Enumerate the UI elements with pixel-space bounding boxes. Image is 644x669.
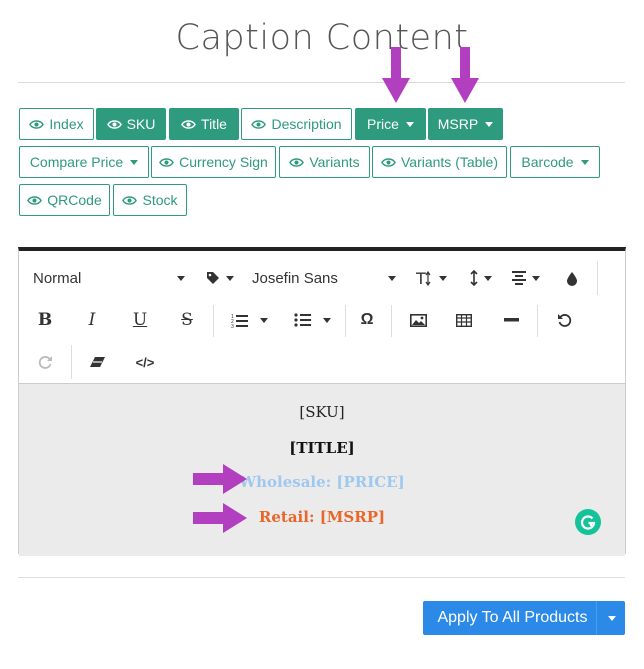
tag-dropdown-barcode[interactable]: Barcode — [510, 146, 600, 178]
apply-options-toggle[interactable] — [597, 615, 625, 621]
caret-down-icon — [531, 275, 540, 281]
toolbar-separator — [213, 305, 214, 337]
caret-down-icon — [130, 159, 139, 165]
underline-button[interactable]: U — [122, 301, 158, 339]
text-size-icon: T — [416, 270, 430, 286]
eraser-icon — [89, 357, 105, 367]
tag-button-title[interactable]: Title — [169, 108, 239, 140]
caption-line-title: [TITLE] — [289, 439, 355, 457]
tag-dropdown-compare-price[interactable]: Compare Price — [19, 146, 149, 178]
caption-line-wholesale: Wholesale: [PRICE] — [239, 473, 405, 491]
annotation-arrow-down-icon — [382, 47, 410, 103]
tag-button-qrcode[interactable]: QRCode — [19, 184, 110, 216]
horizontal-rule-icon — [503, 318, 519, 322]
tag-button-currency-sign[interactable]: Currency Sign — [151, 146, 276, 178]
color-button[interactable] — [555, 259, 589, 297]
toolbar-separator — [71, 345, 72, 379]
caret-down-icon — [483, 275, 492, 281]
table-icon — [456, 313, 472, 327]
caption-line-sku: [SKU] — [299, 403, 345, 421]
code-view-button[interactable]: </> — [127, 343, 163, 381]
image-icon — [409, 313, 427, 327]
tag-button-description[interactable]: Description — [241, 108, 352, 140]
caret-down-icon — [485, 121, 494, 127]
apply-to-all-products-button[interactable]: Apply To All Products — [423, 601, 625, 635]
italic-button[interactable]: I — [74, 301, 110, 339]
bold-button[interactable]: B — [27, 301, 63, 339]
caret-down-icon — [259, 317, 268, 323]
page-title: Caption Content — [175, 18, 469, 58]
caret-down-icon — [177, 275, 185, 281]
svg-text:T: T — [416, 270, 426, 286]
divider-top — [18, 82, 625, 83]
tag-button-sku[interactable]: SKU — [96, 108, 166, 140]
redo-icon — [38, 355, 52, 369]
insert-table-button[interactable] — [446, 301, 482, 339]
tag-dropdown-price[interactable]: Price — [355, 108, 426, 140]
eye-icon — [289, 157, 304, 168]
annotation-arrow-right-icon — [193, 464, 247, 494]
align-button[interactable] — [506, 259, 544, 297]
color-drop-icon — [567, 271, 577, 286]
bullet-list-icon — [293, 313, 311, 327]
apply-button-label: Apply To All Products — [437, 609, 588, 626]
ordered-list-button[interactable]: 123 — [221, 301, 277, 339]
grammarly-g-icon — [580, 515, 596, 530]
caption-line-retail: Retail: [MSRP] — [258, 508, 386, 526]
toolbar-separator — [391, 305, 392, 337]
caret-down-icon — [388, 275, 396, 281]
align-center-icon — [511, 271, 526, 285]
redo-button[interactable] — [27, 343, 63, 381]
eye-icon — [159, 157, 174, 168]
line-height-icon — [469, 270, 478, 286]
special-character-button[interactable]: Ω — [350, 301, 384, 339]
grammarly-icon[interactable] — [575, 509, 601, 535]
tag-button-variants[interactable]: Variants — [279, 146, 370, 178]
svg-text:3: 3 — [231, 324, 234, 328]
caret-down-icon — [438, 275, 447, 281]
strikethrough-button[interactable]: S — [169, 301, 205, 339]
caret-down-icon — [405, 121, 414, 127]
caret-down-icon — [322, 317, 331, 323]
tag-button-variants-table[interactable]: Variants (Table) — [372, 146, 507, 178]
tag-icon — [207, 272, 219, 284]
eye-icon — [29, 119, 44, 130]
eye-icon — [251, 119, 266, 130]
tag-style-button[interactable] — [202, 259, 238, 297]
tag-button-index[interactable]: Index — [19, 108, 94, 140]
ordered-list-icon: 123 — [231, 314, 248, 328]
toolbar-separator — [597, 261, 598, 295]
undo-icon — [557, 313, 571, 327]
undo-button[interactable] — [546, 301, 582, 339]
tag-dropdown-msrp[interactable]: MSRP — [428, 108, 503, 140]
eye-icon — [381, 157, 396, 168]
clear-formatting-button[interactable] — [79, 343, 115, 381]
caret-down-icon — [580, 159, 589, 165]
caret-down-icon — [608, 615, 616, 621]
toolbar-separator — [537, 305, 538, 337]
horizontal-rule-button[interactable] — [493, 301, 529, 339]
font-family-select[interactable]: Josefin Sans — [244, 259, 404, 297]
line-height-button[interactable] — [463, 259, 497, 297]
bullet-list-button[interactable] — [284, 301, 340, 339]
caret-down-icon — [226, 275, 234, 281]
insert-image-button[interactable] — [400, 301, 436, 339]
eye-icon — [181, 119, 196, 130]
eye-icon — [122, 195, 137, 206]
annotation-arrow-right-icon — [193, 503, 247, 533]
font-size-button[interactable]: T — [412, 259, 450, 297]
tag-button-stock[interactable]: Stock — [113, 184, 187, 216]
toolbar-separator — [345, 305, 346, 337]
eye-icon — [27, 195, 42, 206]
divider-bottom — [18, 577, 625, 578]
editor-content-area[interactable]: [SKU] [TITLE] Wholesale: [PRICE] Retail:… — [19, 383, 625, 556]
eye-icon — [107, 119, 122, 130]
annotation-arrow-down-icon — [451, 47, 479, 103]
rich-text-editor: Normal Josefin Sans T B I U S 123 Ω </> … — [18, 247, 626, 556]
format-select[interactable]: Normal — [25, 259, 193, 297]
